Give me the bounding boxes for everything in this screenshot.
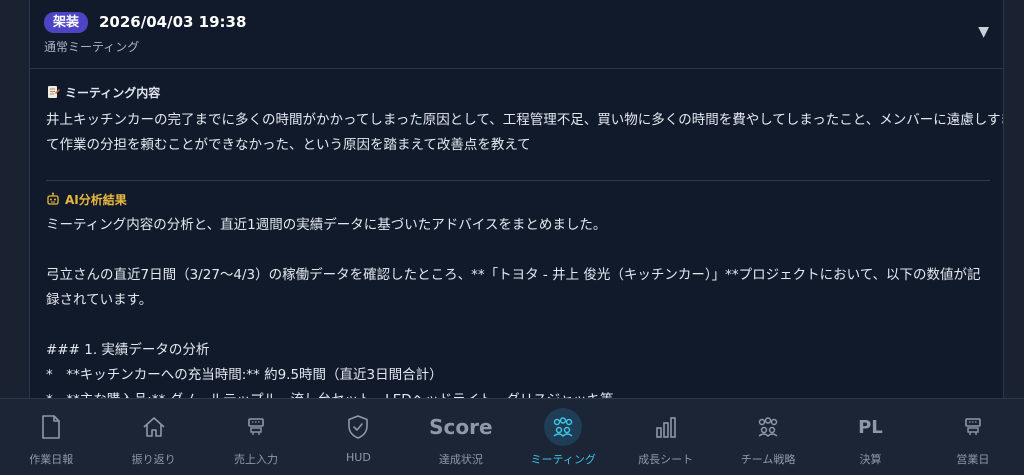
nav-label: 決算: [859, 453, 882, 466]
nav-label: 振り返り: [131, 453, 176, 466]
nav-label: ミーティング: [530, 453, 596, 466]
memo-icon: [48, 86, 60, 98]
ai-analysis-body: ミーティング内容の分析と、直近1週間の実績データに基づいたアドバイスをまとめまし…: [46, 213, 990, 398]
nav-item-review[interactable]: 振り返り: [102, 399, 204, 475]
ai-line: * **主な購入品:** ダノールテップル 流し台セット LEDヘッドライト グ…: [46, 388, 990, 398]
shield-check-icon: [348, 415, 369, 439]
nav-item-settlement[interactable]: PL 決算: [819, 399, 921, 475]
nav-item-hud[interactable]: HUD: [307, 399, 409, 475]
nav-label: チーム戦略: [740, 453, 796, 466]
score-icon: Score: [429, 415, 493, 439]
meeting-icon: [553, 417, 573, 437]
nav-item-business-days[interactable]: 営業日: [922, 399, 1024, 475]
nav-item-growth-sheet[interactable]: 成長シート: [614, 399, 716, 475]
nav-label: HUD: [346, 451, 371, 464]
nav-label: 成長シート: [638, 453, 694, 466]
bar-chart-icon: [655, 417, 676, 438]
nav-label: 達成状況: [438, 453, 483, 466]
meeting-datetime: 2026/04/03 19:38: [99, 13, 247, 31]
register-icon: [965, 418, 981, 435]
meeting-content-title-text: ミーティング内容: [65, 85, 161, 100]
ai-line: 弓立さんの直近7日間（3/27〜4/3）の稼働データを確認したところ、**「トヨ…: [46, 267, 981, 283]
nav-label: 売上入力: [234, 453, 279, 466]
register-icon: [248, 418, 264, 435]
content-line: て作業の分担を頼むことができなかった、という原因を踏まえて改善点を教えて: [46, 137, 531, 153]
ai-analysis-title-text: AI分析結果: [65, 192, 127, 207]
bottom-nav: 作業日報 振り返り 売上入力 HUD Score 達成状況 ミーティング 成長シ…: [0, 398, 1024, 475]
nav-item-sales-input[interactable]: 売上入力: [205, 399, 307, 475]
nav-item-team-strategy[interactable]: チーム戦略: [717, 399, 819, 475]
ai-line: ミーティング内容の分析と、直近1週間の実績データに基づいたアドバイスをまとめまし…: [46, 217, 607, 233]
active-indicator: [544, 408, 583, 446]
ai-line: [46, 313, 990, 338]
meeting-content-body: 井上キッチンカーの完了までに多くの時間がかかってしまった原因として、工程管理不足…: [46, 108, 1004, 158]
meeting-type: 通常ミーティング: [44, 40, 140, 54]
meeting-card-header[interactable]: 架装 2026/04/03 19:38 通常ミーティング ▼: [30, 0, 1003, 69]
team-icon: [758, 417, 778, 437]
pl-icon: PL: [858, 416, 883, 438]
nav-label: 営業日: [956, 453, 990, 466]
nav-item-daily-report[interactable]: 作業日報: [0, 399, 102, 475]
ai-line: [46, 238, 990, 263]
meeting-card: 架装 2026/04/03 19:38 通常ミーティング ▼ ミーティング内容 …: [29, 0, 1004, 398]
home-icon: [143, 417, 165, 437]
ai-line: 録されています。: [46, 292, 153, 308]
ai-line: ### 1. 実績データの分析: [46, 342, 210, 358]
ai-analysis-title: AI分析結果: [46, 189, 990, 209]
ai-analysis-section: AI分析結果 ミーティング内容の分析と、直近1週間の実績データに基づいたアドバイ…: [46, 180, 990, 398]
nav-label: 作業日報: [29, 453, 74, 466]
document-icon: [42, 415, 61, 439]
nav-item-meeting[interactable]: ミーティング: [512, 399, 614, 475]
category-badge: 架装: [44, 12, 89, 33]
robot-icon: [47, 192, 59, 205]
content-line: 井上キッチンカーの完了までに多くの時間がかかってしまった原因として、工程管理不足…: [46, 112, 1004, 128]
meeting-content-section: ミーティング内容 井上キッチンカーの完了までに多くの時間がかかってしまった原因と…: [46, 82, 1004, 158]
meeting-content-title: ミーティング内容: [46, 82, 990, 102]
collapse-toggle-icon[interactable]: ▼: [978, 24, 989, 40]
ai-line: * **キッチンカーへの充当時間:** 約9.5時間（直近3日間合計）: [46, 367, 443, 383]
nav-item-achievement[interactable]: Score 達成状況: [410, 399, 512, 475]
